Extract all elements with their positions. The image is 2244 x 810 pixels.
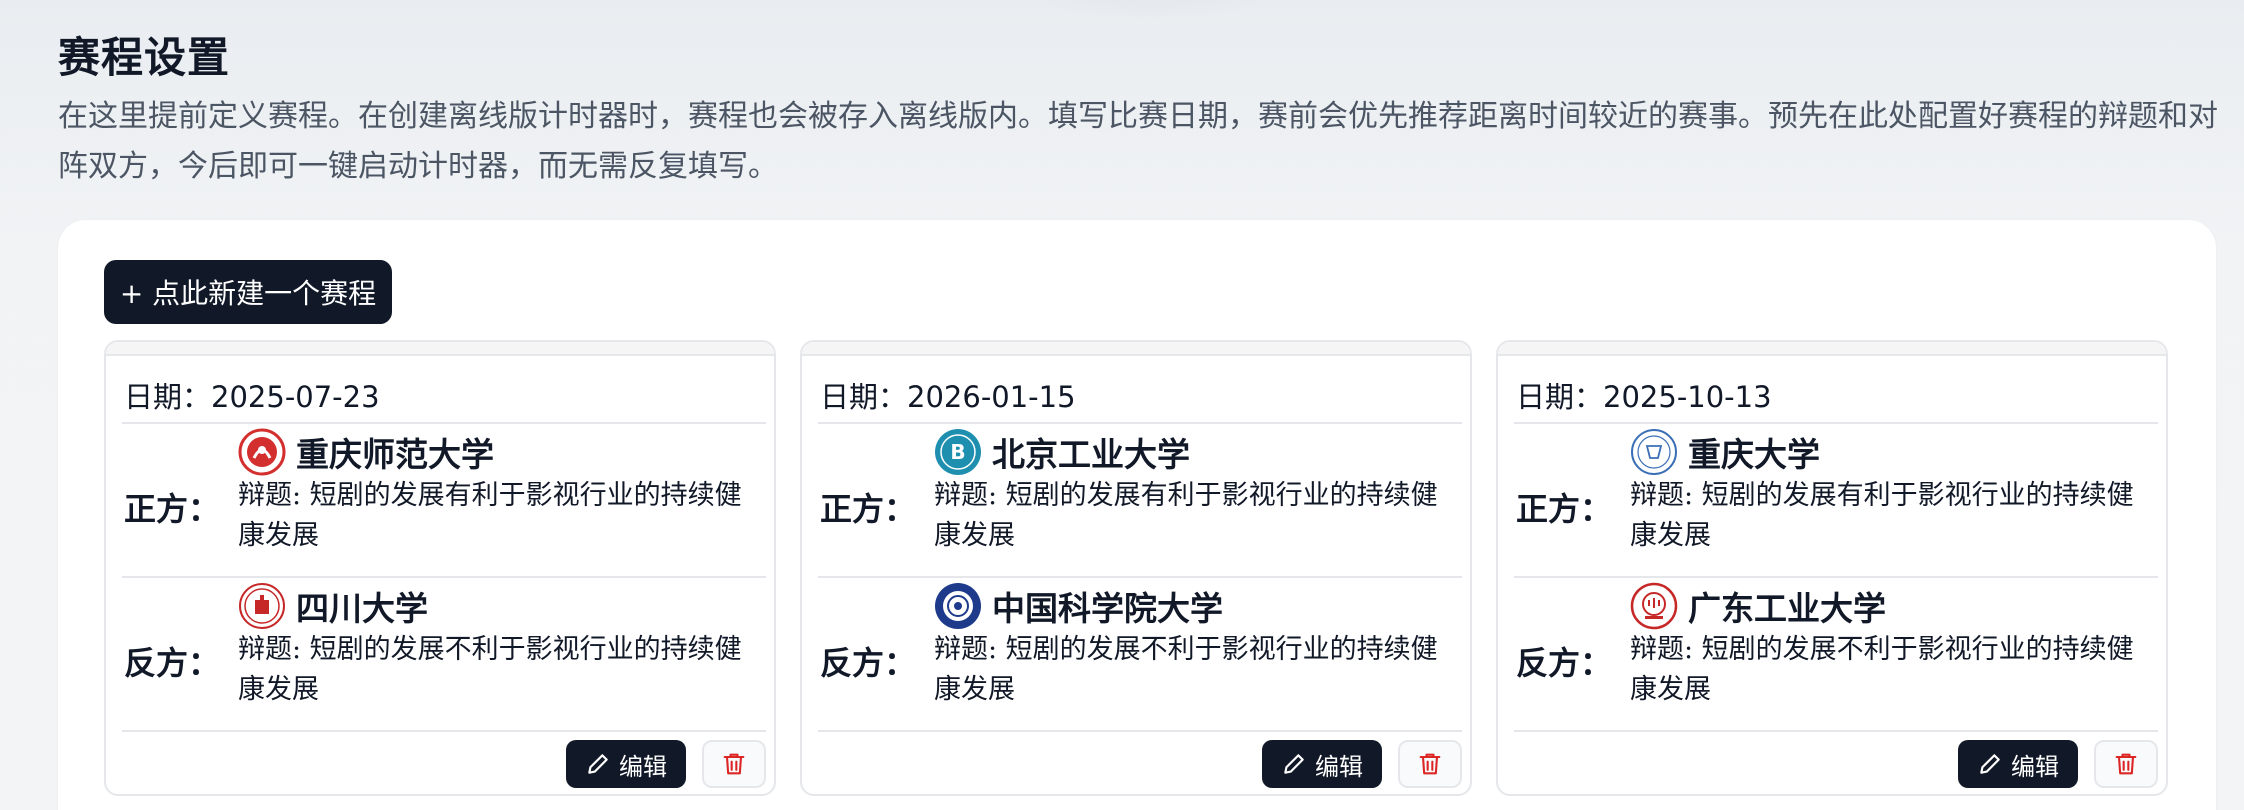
ucas-logo-icon [934,582,982,630]
motion-text: 辩题: 短剧的发展有利于影视行业的持续健康发展 [238,480,742,551]
card-header-bar [1498,342,2166,356]
pencil-icon [588,754,608,774]
bjut-logo-icon: B [934,428,982,476]
negative-school: 广东工业大学 [1630,582,1886,630]
negative-label: 反方： [124,644,221,682]
trash-icon [723,753,745,775]
school-name: 重庆大学 [1688,435,1820,474]
divider [1514,576,2158,578]
delete-button[interactable] [1398,740,1462,788]
school-name: 中国科学院大学 [992,589,1223,628]
new-schedule-button[interactable]: + 点此新建一个赛程 [104,260,392,324]
school-name: 重庆师范大学 [296,435,494,474]
divider [122,576,766,578]
trash-icon [2115,753,2137,775]
edit-button[interactable]: 编辑 [566,740,686,788]
divider [818,730,1462,732]
svg-text:B: B [950,440,965,464]
edit-label: 编辑 [2011,752,2059,781]
match-card: 日期：2025-07-23 重庆师范大学 正方： 辩题: 短剧的发展有利于影视行… [104,340,776,796]
motion-text: 辩题: 短剧的发展不利于影视行业的持续健康发展 [238,634,742,705]
gdut-logo-icon [1630,582,1678,630]
pencil-icon [1284,754,1304,774]
affirmative-label: 正方： [820,490,917,528]
affirmative-label: 正方： [124,490,221,528]
divider [122,422,766,424]
school-name: 四川大学 [296,589,428,628]
divider [1514,422,2158,424]
new-schedule-label: + 点此新建一个赛程 [119,277,377,310]
motion-text: 辩题: 短剧的发展有利于影视行业的持续健康发展 [934,480,1438,551]
negative-label: 反方： [820,644,917,682]
school-name: 广东工业大学 [1688,589,1886,628]
affirmative-school: 重庆师范大学 [238,428,494,476]
background-glow [960,0,1340,20]
divider [818,422,1462,424]
scu-logo-icon [238,582,286,630]
school-name: 北京工业大学 [992,435,1190,474]
divider [1514,730,2158,732]
edit-button[interactable]: 编辑 [1262,740,1382,788]
negative-school: 中国科学院大学 [934,582,1223,630]
schedule-panel: + 点此新建一个赛程 日期：2025-07-23 重庆师范大学 正方： 辩题: … [58,220,2216,810]
match-date-value: 2025-07-23 [211,380,380,414]
motion-text: 辩题: 短剧的发展不利于影视行业的持续健康发展 [1630,634,2134,705]
negative-school: 四川大学 [238,582,428,630]
page-title: 赛程设置 [58,33,231,82]
match-card: 日期：2025-10-13 重庆大学 正方： 辩题: 短剧的发展有利于影视行业的… [1496,340,2168,796]
edit-label: 编辑 [1315,752,1363,781]
match-date-value: 2025-10-13 [1603,380,1772,414]
edit-label: 编辑 [619,752,667,781]
match-date: 日期：2026-01-15 [820,380,1076,414]
card-header-bar [106,342,774,356]
match-card: 日期：2026-01-15 B 北京工业大学 正方： 辩题: 短剧的发展有利于影… [800,340,1472,796]
motion-text: 辩题: 短剧的发展有利于影视行业的持续健康发展 [1630,480,2134,551]
match-date: 日期：2025-10-13 [1516,380,1772,414]
trash-icon [1419,753,1441,775]
divider [122,730,766,732]
delete-button[interactable] [2094,740,2158,788]
divider [818,576,1462,578]
match-date-value: 2026-01-15 [907,380,1076,414]
match-date: 日期：2025-07-23 [124,380,380,414]
cqu-logo-icon [1630,428,1678,476]
page-description: 在这里提前定义赛程。在创建离线版计时器时，赛程也会被存入离线版内。填写比赛日期，… [58,99,2218,184]
motion-text: 辩题: 短剧的发展不利于影视行业的持续健康发展 [934,634,1438,705]
affirmative-school: 重庆大学 [1630,428,1820,476]
edit-button[interactable]: 编辑 [1958,740,2078,788]
cqnu-logo-icon [238,428,286,476]
negative-label: 反方： [1516,644,1613,682]
card-header-bar [802,342,1470,356]
pencil-icon [1980,754,2000,774]
affirmative-label: 正方： [1516,490,1613,528]
affirmative-school: B 北京工业大学 [934,428,1190,476]
delete-button[interactable] [702,740,766,788]
